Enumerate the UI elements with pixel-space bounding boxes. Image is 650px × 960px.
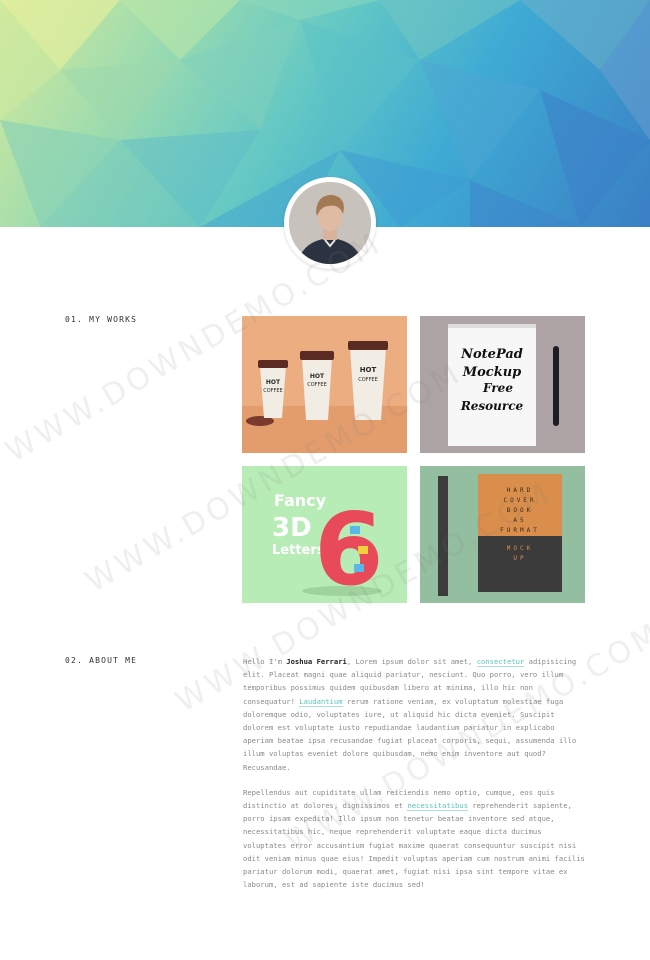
letters-line2: 3D	[272, 513, 312, 543]
about-text: Hello I'm Joshua Ferrari, Lorem ipsum do…	[243, 655, 588, 903]
profile-photo	[289, 182, 371, 264]
3d-letters-mockup-image: Fancy 3D Letters 6	[242, 466, 407, 603]
letters-digit: 6	[314, 491, 384, 603]
notepad-line1: NotePad	[460, 347, 523, 362]
about-link-2[interactable]: Laudantium	[299, 696, 343, 707]
coffee-cups-mockup-image: HOT COFFEE HOT COFFEE HOT COFFEE	[242, 316, 407, 453]
about-link-3[interactable]: necessitatibus	[407, 801, 469, 812]
svg-text:COFFEE: COFFEE	[307, 382, 327, 388]
svg-text:COFFEE: COFFEE	[358, 377, 378, 383]
about-section-label: 02. ABOUT ME	[65, 656, 138, 665]
about-paragraph-1: Hello I'm Joshua Ferrari, Lorem ipsum do…	[243, 657, 577, 772]
notepad-mockup-image: NotePad Mockup Free Resource	[420, 316, 585, 453]
about-paragraph-2: Repellendus aut cupiditate ullam reicien…	[243, 787, 585, 890]
notepad-line4: Resource	[460, 399, 524, 413]
notepad-line3: Free	[482, 381, 513, 395]
about-link-1[interactable]: consectetur	[476, 657, 525, 667]
book-line7: UP	[513, 555, 526, 562]
book-line2: COVER	[503, 497, 536, 504]
book-line4: A5	[513, 517, 526, 524]
book-line3: BOOK	[507, 507, 533, 514]
works-section-label: 01. MY WORKS	[65, 315, 138, 324]
book-line5: FORMAT	[500, 527, 540, 534]
hardcover-book-mockup-image: HARD COVER BOOK A5 FORMAT MOCK UP	[420, 466, 585, 603]
author-name: Joshua Ferrari	[286, 657, 347, 666]
work-item-hardcover-book[interactable]: HARD COVER BOOK A5 FORMAT MOCK UP	[420, 466, 585, 603]
book-line1: HARD	[507, 487, 533, 494]
profile-avatar[interactable]	[284, 177, 376, 269]
work-item-notepad[interactable]: NotePad Mockup Free Resource	[420, 316, 585, 453]
book-line6: MOCK	[507, 545, 533, 552]
svg-text:HOT: HOT	[266, 379, 281, 386]
work-item-coffee-cups[interactable]: HOT COFFEE HOT COFFEE HOT COFFEE	[242, 316, 407, 453]
svg-text:COFFEE: COFFEE	[263, 388, 283, 394]
notepad-line2: Mockup	[462, 365, 522, 380]
svg-text:HOT: HOT	[360, 366, 377, 374]
svg-text:HOT: HOT	[310, 373, 325, 380]
work-item-3d-letters[interactable]: Fancy 3D Letters 6	[242, 466, 407, 603]
